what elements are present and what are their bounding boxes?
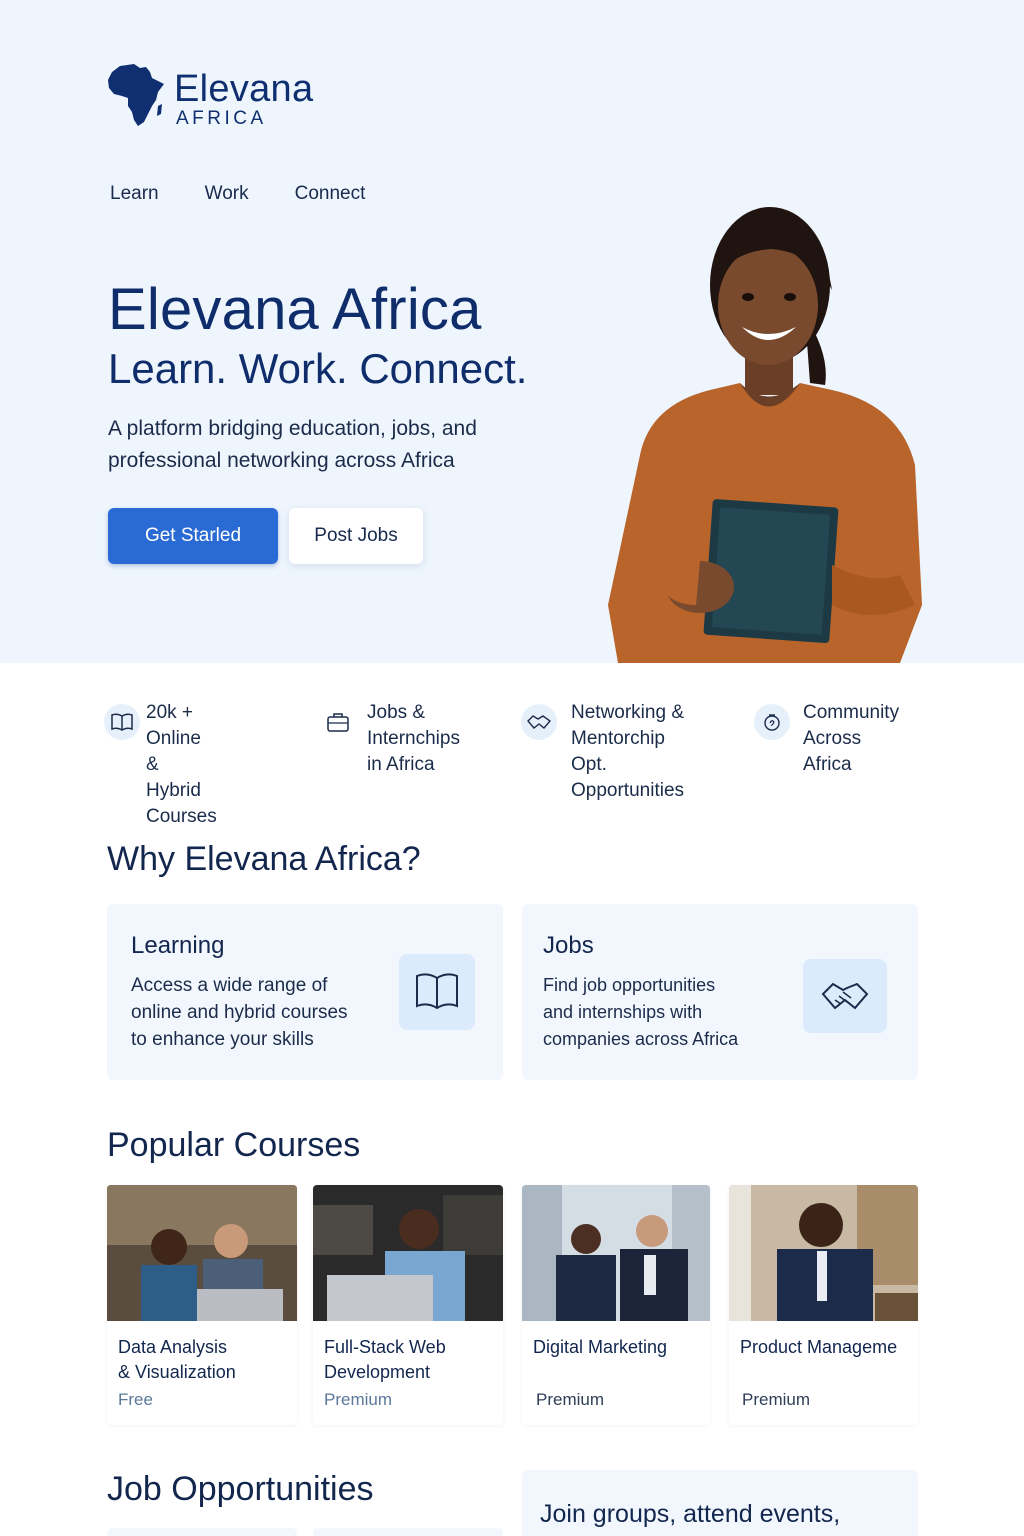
jobs-section-title: Job Opportunities bbox=[107, 1470, 374, 1508]
open-book-icon bbox=[399, 954, 475, 1030]
why-card-learning[interactable]: Learning Access a wide range of online a… bbox=[107, 904, 503, 1080]
nav-item-learn[interactable]: Learn bbox=[110, 183, 159, 205]
nav-item-connect[interactable]: Connect bbox=[295, 183, 366, 205]
handshake-icon bbox=[803, 959, 887, 1033]
briefcase-icon bbox=[320, 704, 356, 740]
why-card-description: Access a wide range of online and hybrid… bbox=[131, 975, 348, 1050]
feature-text: Networking & bbox=[571, 702, 684, 723]
feature-strip: 20k + Online & Hybrid Courses Jobs & Int… bbox=[0, 700, 1024, 827]
community-icon bbox=[754, 704, 790, 740]
feature-text: Internchips bbox=[367, 728, 460, 749]
why-section-title: Why Elevana Africa? bbox=[107, 840, 421, 878]
post-jobs-button[interactable]: Post Jobs bbox=[289, 508, 423, 564]
course-title: Digital Marketing bbox=[533, 1337, 668, 1357]
feature-text: Across Africa bbox=[803, 728, 862, 775]
feature-text: Community bbox=[803, 702, 900, 723]
brand-logo[interactable]: Elevana AFRICA bbox=[106, 62, 336, 132]
hero-tagline: Learn. Work. Connect. bbox=[108, 345, 528, 392]
course-tier: Premium bbox=[324, 1390, 393, 1409]
hero-person-image bbox=[608, 207, 922, 663]
brand-subtitle: AFRICA bbox=[176, 108, 267, 129]
course-tier: Premium bbox=[742, 1390, 811, 1409]
course-card[interactable]: Digital Marketing Premium bbox=[522, 1185, 710, 1425]
course-thumbnail bbox=[522, 1185, 710, 1321]
course-title: Data Analysis & Visualization bbox=[118, 1337, 236, 1382]
course-tier: Free bbox=[118, 1390, 153, 1409]
course-card[interactable]: Full-Stack Web Development Premium bbox=[313, 1185, 503, 1425]
feature-text: Hybrid Courses bbox=[146, 780, 217, 827]
feature-text: 20k + Online & bbox=[146, 702, 201, 775]
get-started-button[interactable]: Get Starled bbox=[108, 508, 278, 564]
community-headline: Join groups, attend events, bbox=[540, 1500, 841, 1528]
course-tier: Premium bbox=[536, 1390, 605, 1409]
feature-text: Mentorchip Opt. bbox=[571, 728, 665, 775]
course-thumbnail bbox=[313, 1185, 503, 1321]
course-thumbnail bbox=[107, 1185, 297, 1321]
course-title: Full-Stack Web Development bbox=[324, 1337, 446, 1382]
why-card-jobs[interactable]: Jobs Find job opportunities and internsh… bbox=[522, 904, 918, 1080]
courses-section-title: Popular Courses bbox=[107, 1126, 361, 1164]
course-card[interactable]: Data Analysis & Visualization Free bbox=[107, 1185, 297, 1425]
main-nav: Learn Work Connect bbox=[110, 183, 411, 205]
feature-text: in Africa bbox=[367, 754, 435, 775]
brand-name: Elevana bbox=[174, 68, 314, 110]
hero-title: Elevana Africa bbox=[108, 277, 482, 342]
feature-text: Jobs & bbox=[367, 702, 426, 723]
book-icon bbox=[104, 704, 140, 740]
community-card[interactable]: Join groups, attend events, bbox=[522, 1470, 918, 1536]
job-card[interactable] bbox=[313, 1528, 503, 1536]
africa-map-icon bbox=[108, 64, 164, 126]
course-card[interactable]: Product Manageme Premium bbox=[729, 1185, 918, 1425]
handshake-icon bbox=[521, 704, 557, 740]
course-thumbnail bbox=[729, 1185, 918, 1321]
hero-description: A platform bridging education, jobs, and… bbox=[108, 417, 477, 472]
why-card-description: Find job opportunities and internships w… bbox=[543, 975, 739, 1049]
job-card[interactable] bbox=[107, 1528, 297, 1536]
why-card-title: Jobs bbox=[543, 932, 594, 959]
course-title: Product Manageme bbox=[740, 1337, 898, 1357]
hero-section: Elevana AFRICA Learn Work Connect Elevan… bbox=[0, 0, 1024, 663]
feature-text: Opportunities bbox=[571, 780, 685, 801]
why-card-title: Learning bbox=[131, 932, 225, 959]
nav-item-work[interactable]: Work bbox=[205, 183, 249, 205]
